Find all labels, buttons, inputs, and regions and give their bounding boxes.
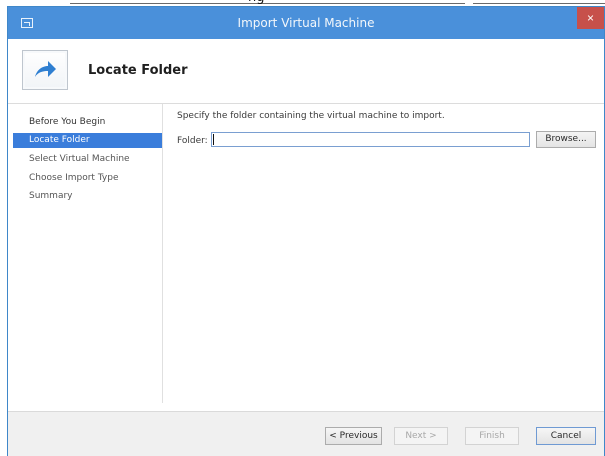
nav-divider <box>162 104 163 403</box>
nav-item-locate-folder[interactable]: Locate Folder <box>13 133 162 148</box>
wizard-footer: < Previous Next > Finish Cancel <box>8 411 604 456</box>
previous-button[interactable]: < Previous <box>325 427 382 445</box>
arrow-right-icon <box>22 50 68 90</box>
nav-item-before-you-begin[interactable]: Before You Begin <box>13 115 162 130</box>
nav-item-summary[interactable]: Summary <box>13 189 162 204</box>
page-title: Locate Folder <box>88 63 188 78</box>
folder-input[interactable] <box>211 132 530 147</box>
window-title: Import Virtual Machine <box>237 16 375 30</box>
browse-button[interactable]: Browse... <box>536 131 596 148</box>
page-header: Locate Folder <box>8 39 604 104</box>
text-cursor <box>213 134 214 145</box>
nav-item-choose-import-type[interactable]: Choose Import Type <box>13 171 162 186</box>
wizard-step-nav: Before You Begin Locate Folder Select Vi… <box>8 104 162 413</box>
background-partial-title: ng <box>248 0 294 5</box>
finish-button[interactable]: Finish <box>465 427 519 445</box>
cancel-button[interactable]: Cancel <box>536 427 596 445</box>
folder-label: Folder: <box>177 136 208 146</box>
wizard-body: Before You Begin Locate Folder Select Vi… <box>8 104 604 413</box>
import-vm-dialog: Import Virtual Machine × Locate Folder B… <box>7 6 605 456</box>
nav-item-select-virtual-machine[interactable]: Select Virtual Machine <box>13 152 162 167</box>
next-button[interactable]: Next > <box>394 427 448 445</box>
instructions-text: Specify the folder containing the virtua… <box>177 111 445 121</box>
close-button[interactable]: × <box>577 7 604 29</box>
background-line <box>473 3 605 4</box>
title-bar[interactable]: Import Virtual Machine × <box>8 7 604 39</box>
